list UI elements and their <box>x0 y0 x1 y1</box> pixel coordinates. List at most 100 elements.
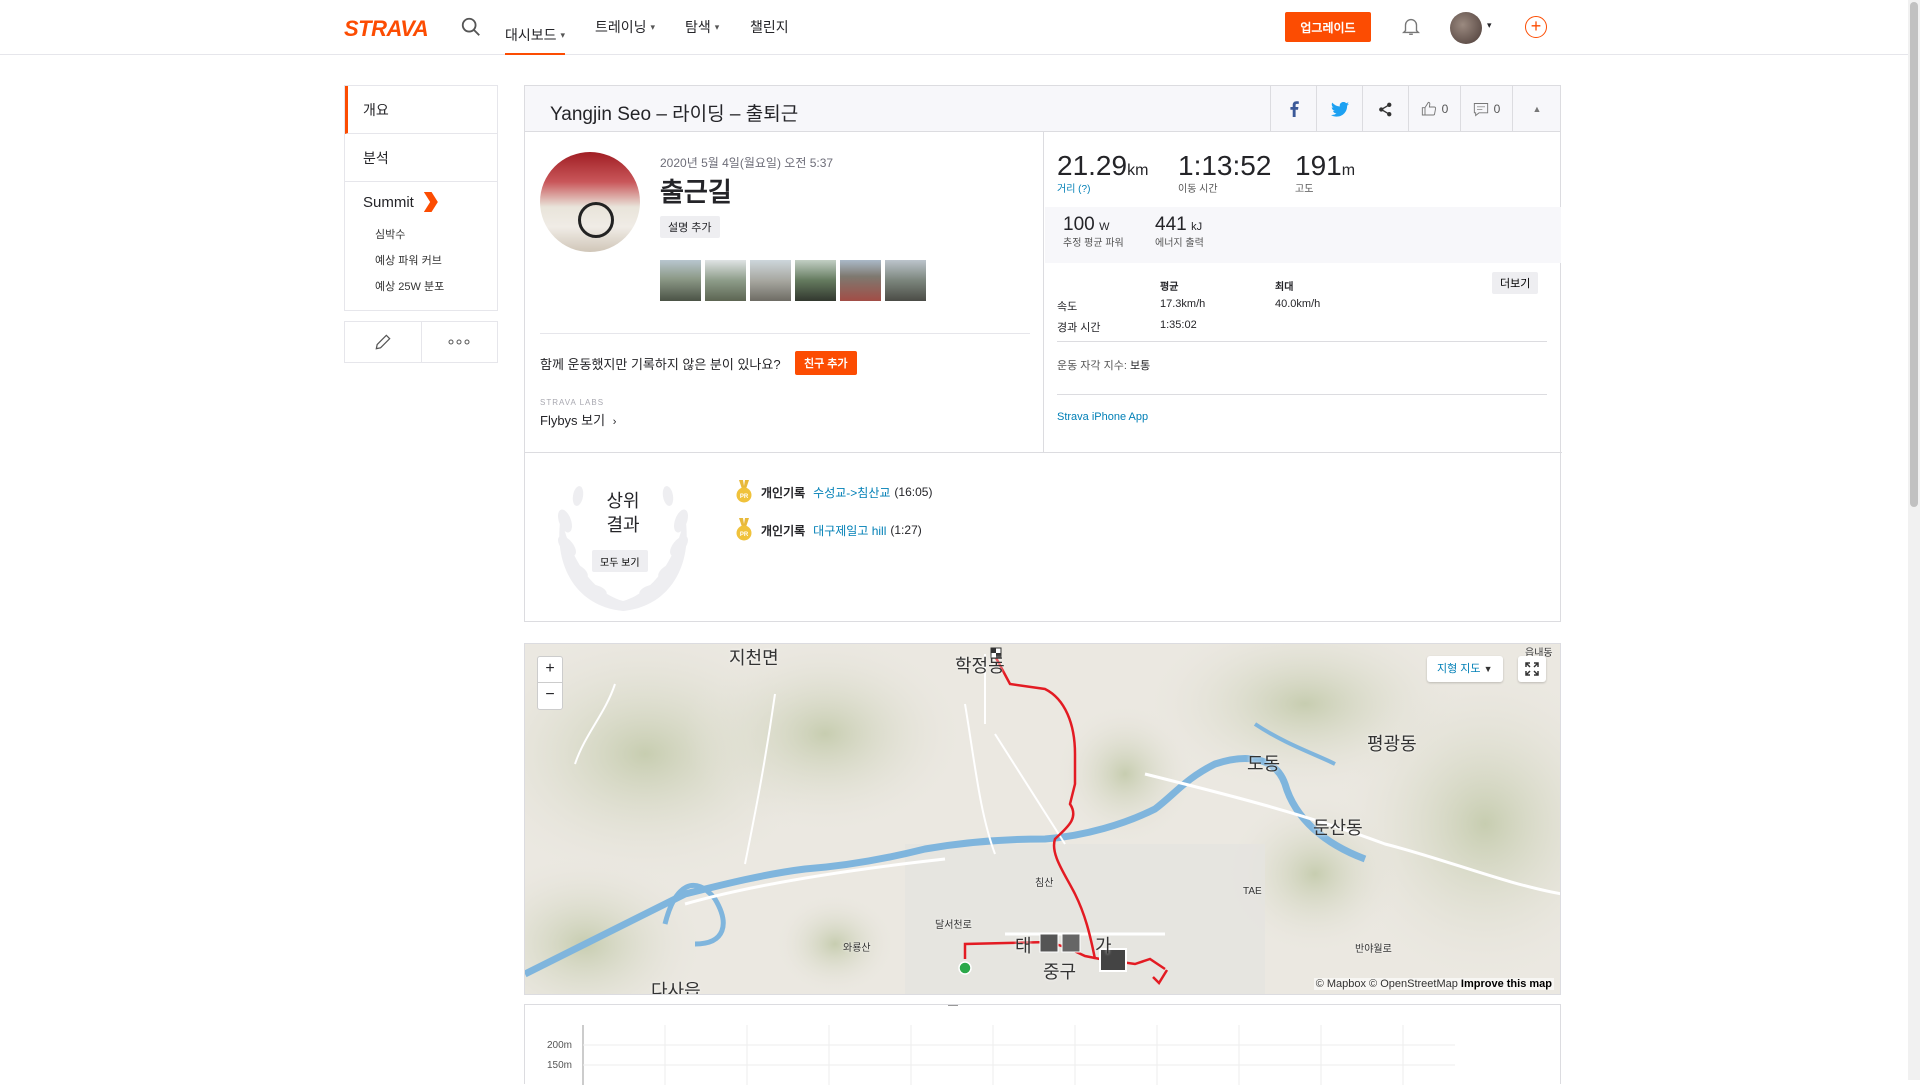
strava-logo[interactable]: STRAVA <box>344 16 429 42</box>
sidebar-item-power-curve[interactable]: 예상 파워 커브 <box>363 248 497 274</box>
map-canvas <box>525 644 1560 994</box>
elevation-chart[interactable]: 200m 150m <box>524 1004 1561 1085</box>
photo-thumbnail[interactable] <box>840 260 881 301</box>
speed-max: 40.0km/h <box>1275 298 1321 310</box>
kudos-button[interactable]: 0 <box>1408 86 1460 132</box>
nav-dashboard[interactable]: 대시보드 ▾ <box>505 17 566 55</box>
speed-avg: 17.3km/h <box>1160 298 1206 310</box>
col-avg-header: 평균 <box>1160 282 1179 293</box>
more-actions-button[interactable] <box>422 322 498 362</box>
device-link[interactable]: Strava iPhone App <box>1057 411 1148 423</box>
segment-link[interactable]: 대구제일고 hill <box>813 522 886 539</box>
edit-button[interactable] <box>345 322 422 362</box>
facebook-share-button[interactable] <box>1270 86 1316 132</box>
activity-map[interactable]: 지천면 학정동 도동 평광동 둔산동 다사읍 태 가 중구 침산 달서천로 와룡… <box>524 643 1561 995</box>
photo-strip <box>660 260 926 301</box>
distance-unit: km <box>1127 162 1149 179</box>
map-label: 태 <box>1015 936 1032 956</box>
divider <box>540 333 1030 334</box>
moving-time-value: 1:13:52 <box>1178 150 1272 181</box>
pr-time: (16:05) <box>894 485 933 499</box>
bell-icon[interactable] <box>1400 14 1422 38</box>
strava-labs-label: STRAVA LABS <box>540 398 605 407</box>
chevron-down-icon: ▾ <box>714 21 720 32</box>
flybys-link[interactable]: Flybys 보기 › <box>540 410 616 429</box>
activity-card: Yangjin Seo – 라이딩 – 출퇴근 0 0 ▲ 2020년 5월 4… <box>524 85 1562 622</box>
add-friend-button[interactable]: 친구 추가 <box>795 351 857 375</box>
comment-icon <box>1473 102 1488 116</box>
more-stats-button[interactable]: 더보기 <box>1492 272 1539 294</box>
comment-count: 0 <box>1493 102 1501 116</box>
nav-challenges[interactable]: 챌린지 <box>750 17 789 37</box>
photo-thumbnail[interactable] <box>705 260 746 301</box>
summit-label: Summit <box>363 193 414 211</box>
add-plus-icon[interactable]: + <box>1525 16 1547 38</box>
ellipsis-icon <box>448 339 470 345</box>
see-all-results-button[interactable]: 모두 보기 <box>592 550 648 572</box>
stat-moving-time: 1:13:52 이동 시간 <box>1178 150 1271 195</box>
divider <box>1057 341 1547 342</box>
collapse-button[interactable]: ▲ <box>1512 86 1561 132</box>
chevron-down-icon: ▾ <box>650 21 656 32</box>
scrollbar-thumb[interactable] <box>1910 2 1918 507</box>
fullscreen-button[interactable] <box>1518 656 1546 682</box>
elevation-grid <box>582 1005 1455 1085</box>
sidebar-item-summit[interactable]: Summit <box>363 192 497 212</box>
twitter-share-button[interactable] <box>1316 86 1362 132</box>
divider <box>1057 394 1547 395</box>
sidebar-item-analysis[interactable]: 분석 <box>345 134 497 182</box>
sidebar-item-power-distribution[interactable]: 예상 25W 분포 <box>363 274 497 300</box>
svg-text:PR: PR <box>740 494 749 500</box>
elevation-tick: 150m <box>547 1060 573 1071</box>
comment-button[interactable]: 0 <box>1460 86 1512 132</box>
nav-explore[interactable]: 탐색 ▾ <box>685 17 719 37</box>
elapsed-label: 경과 시간 <box>1057 322 1101 334</box>
power-label: 추정 평균 파워 <box>1063 238 1124 249</box>
sidebar-item-overview[interactable]: 개요 <box>345 86 497 134</box>
photo-thumbnail[interactable] <box>885 260 926 301</box>
rpe-value: 보통 <box>1129 360 1151 372</box>
moving-time-label: 이동 시간 <box>1178 184 1218 195</box>
energy-value: 441 <box>1155 214 1187 235</box>
zoom-out-button[interactable]: − <box>538 683 562 709</box>
sidebar-item-heart-rate[interactable]: 심박수 <box>363 222 497 248</box>
rpe-label: 운동 자각 지수: <box>1057 360 1127 372</box>
segment-link[interactable]: 수성교->침산교 <box>813 484 890 501</box>
map-zoom-control: + − <box>537 656 563 710</box>
photo-thumbnail[interactable] <box>660 260 701 301</box>
map-label: 다사읍 <box>651 981 701 995</box>
stat-power: 100 W 추정 평균 파워 <box>1063 214 1124 249</box>
search-icon[interactable] <box>460 16 482 38</box>
map-label: 중구 <box>1043 962 1077 982</box>
map-label: 달서천로 <box>935 920 972 931</box>
top-results-title: 상위 결과 <box>573 489 673 537</box>
photo-thumbnail[interactable] <box>795 260 836 301</box>
power-value: 100 <box>1063 214 1095 235</box>
upgrade-button[interactable]: 업그레이드 <box>1285 12 1371 42</box>
chevron-down-icon: ▾ <box>560 29 566 40</box>
map-label: 와룡산 <box>843 943 871 954</box>
stat-energy: 441 kJ 에너지 출력 <box>1155 214 1204 249</box>
nav-training[interactable]: 트레이닝 ▾ <box>595 17 655 37</box>
add-description-button[interactable]: 설명 추가 <box>660 216 720 238</box>
share-button[interactable] <box>1362 86 1408 132</box>
avatar[interactable] <box>1450 12 1482 44</box>
caret-down-icon: ▼ <box>1483 664 1493 674</box>
improve-map-link[interactable]: Improve this map <box>1461 978 1552 990</box>
map-attribution: © Mapbox © OpenStreetMap Improve this ma… <box>1313 978 1554 990</box>
elapsed-avg: 1:35:02 <box>1160 319 1197 331</box>
distance-label[interactable]: 거리 (?) <box>1057 180 1148 195</box>
zoom-in-button[interactable]: + <box>538 657 562 683</box>
chevron-down-icon[interactable]: ▾ <box>1487 20 1492 31</box>
activity-cover-photo[interactable] <box>540 152 640 252</box>
stat-distance: 21.29km 거리 (?) <box>1057 150 1148 195</box>
fullscreen-icon <box>1525 662 1539 676</box>
nav-explore-label: 탐색 <box>685 19 711 35</box>
top-results-line2: 결과 <box>606 515 640 535</box>
chevron-right-icon: › <box>612 416 617 428</box>
elevation-label: 고도 <box>1295 184 1314 195</box>
medal-icon: PR <box>736 480 752 503</box>
map-type-dropdown[interactable]: 지형 지도 ▼ <box>1427 656 1503 682</box>
photo-thumbnail[interactable] <box>750 260 791 301</box>
energy-unit: kJ <box>1191 221 1203 233</box>
